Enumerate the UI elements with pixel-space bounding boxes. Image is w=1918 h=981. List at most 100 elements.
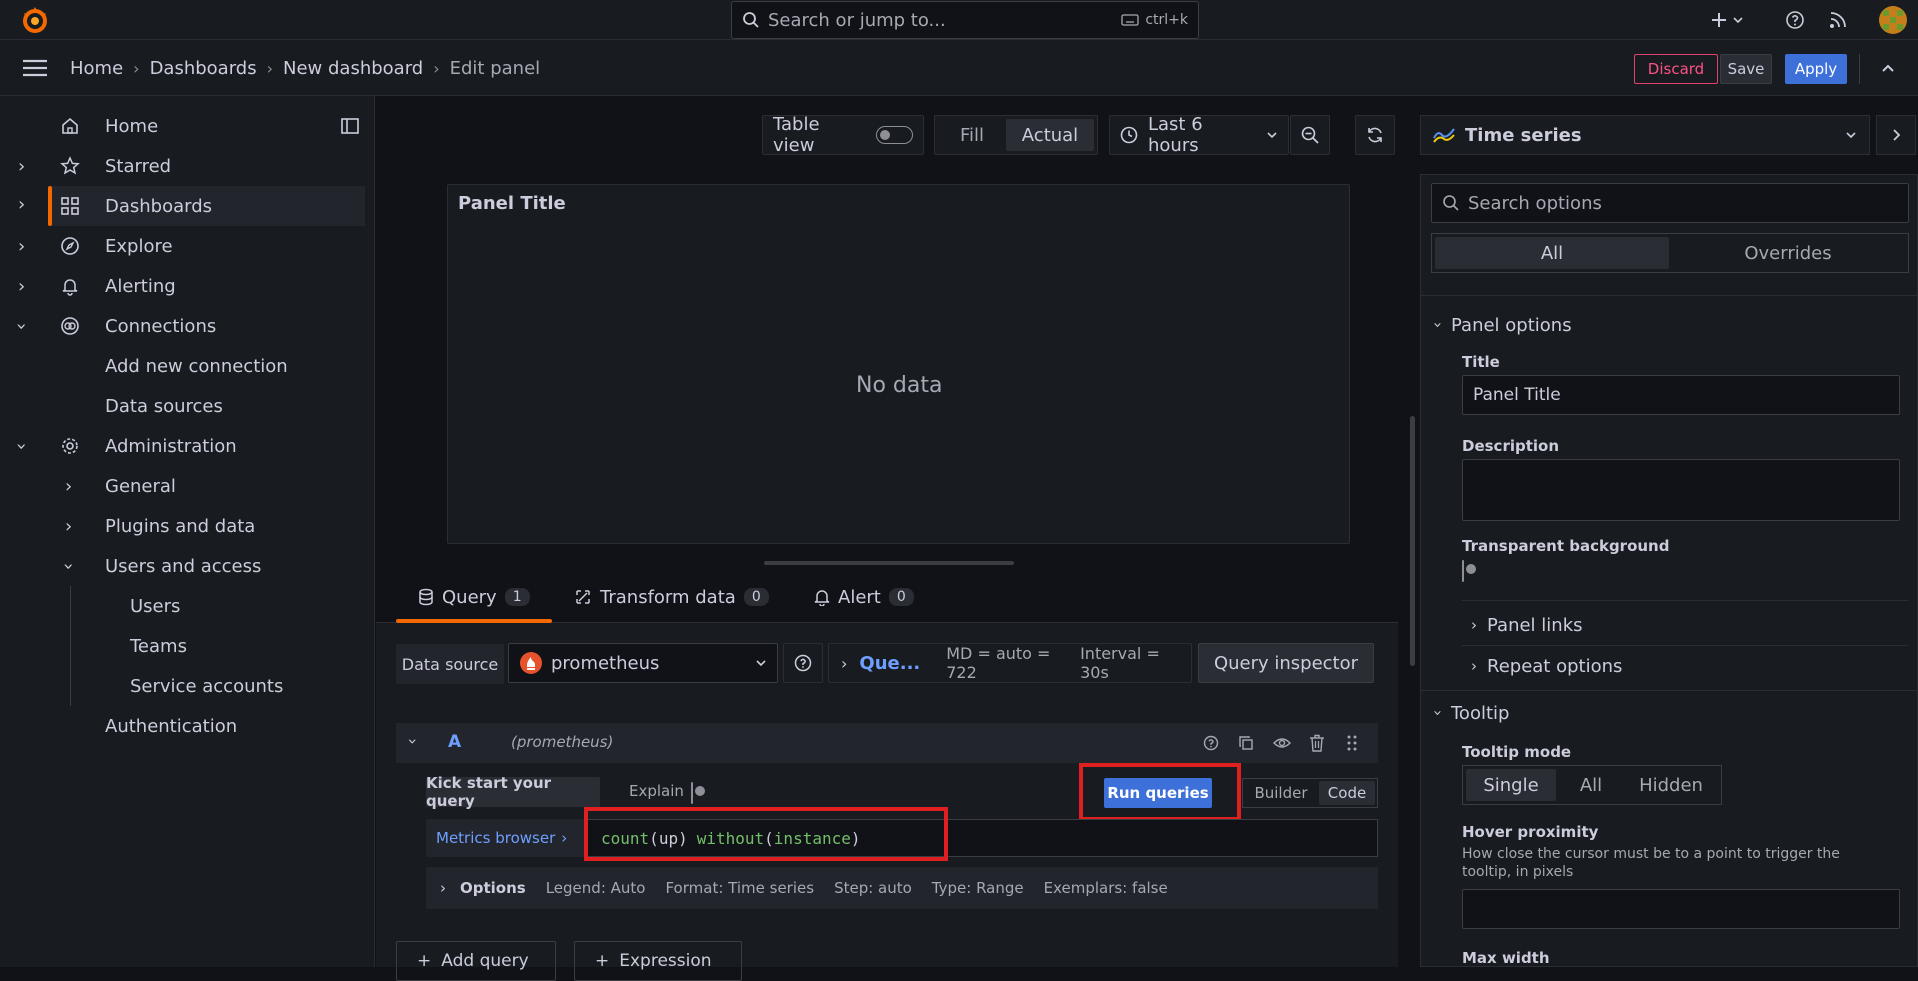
expression-button[interactable]: + Expression xyxy=(574,941,742,981)
discard-button[interactable]: Discard xyxy=(1634,54,1718,84)
data-source-picker[interactable]: prometheus xyxy=(508,643,778,683)
query-options-toggle[interactable]: › Que... MD = auto = 722 Interval = 30s xyxy=(828,643,1192,683)
sidebar-item-administration[interactable]: › Administration xyxy=(0,426,375,466)
connections-icon xyxy=(60,316,80,336)
sidebar-item-users-and-access[interactable]: › Users and access xyxy=(0,546,375,586)
sidebar-item-plugins-and-data[interactable]: › Plugins and data xyxy=(0,506,375,546)
chevron-down-icon[interactable]: › xyxy=(11,322,32,329)
save-button[interactable]: Save xyxy=(1720,54,1772,84)
table-view-switch[interactable] xyxy=(876,126,913,144)
breadcrumb-home[interactable]: Home xyxy=(70,58,123,79)
refresh-button[interactable] xyxy=(1355,115,1395,155)
bell-icon xyxy=(60,276,80,296)
query-inspector-button[interactable]: Query inspector xyxy=(1198,643,1374,683)
tab-transform-data[interactable]: Transform data 0 xyxy=(574,571,769,623)
chevron-down-icon[interactable]: › xyxy=(404,738,423,744)
news-feed-icon[interactable] xyxy=(1828,10,1848,30)
table-view-toggle[interactable]: Table view xyxy=(762,114,924,156)
actual-option[interactable]: Actual xyxy=(1006,119,1094,151)
transparent-background-toggle[interactable] xyxy=(1462,560,1464,582)
dock-menu-icon[interactable] xyxy=(340,116,360,136)
chevron-right-icon[interactable]: › xyxy=(65,516,72,537)
sidebar-item-users[interactable]: Users xyxy=(0,586,375,626)
drag-handle-icon[interactable] xyxy=(1346,734,1358,752)
collapse-options-button[interactable] xyxy=(1876,115,1916,155)
metrics-browser-button[interactable]: Metrics browser › xyxy=(426,819,586,857)
sidebar-item-dashboards[interactable]: Dashboards xyxy=(48,186,365,226)
fill-option[interactable]: Fill xyxy=(938,119,1006,151)
chevron-right-icon[interactable]: › xyxy=(65,476,72,497)
tooltip-mode-single[interactable]: Single xyxy=(1466,769,1556,801)
panel-editor: Table view Fill Actual Last 6 hours Pane… xyxy=(376,96,1415,981)
tooltip-header[interactable]: › Tooltip xyxy=(1429,693,1509,733)
panel-title[interactable]: Panel Title xyxy=(458,193,566,214)
breadcrumb-dashboards[interactable]: Dashboards xyxy=(150,58,257,79)
query-options-row[interactable]: › Options Legend: Auto Format: Time seri… xyxy=(426,867,1378,909)
sidebar-item-home[interactable]: Home xyxy=(0,106,375,146)
add-query-button[interactable]: + Add query xyxy=(396,941,556,981)
sidebar-item-add-new-connection[interactable]: Add new connection xyxy=(0,346,375,386)
chevron-down-icon[interactable]: › xyxy=(58,562,79,569)
panel-preview[interactable]: Panel Title No data xyxy=(447,184,1350,544)
search-options-input[interactable]: Search options xyxy=(1431,183,1909,223)
help-icon[interactable] xyxy=(1203,735,1219,751)
menu-icon[interactable] xyxy=(22,58,48,78)
repeat-options-header[interactable]: › Repeat options xyxy=(1471,646,1622,686)
tab-label: Query xyxy=(442,586,497,608)
highlight-query-expression xyxy=(584,807,948,861)
filter-all-option[interactable]: All xyxy=(1435,237,1669,269)
max-width-label: Max width xyxy=(1462,949,1550,967)
tab-query[interactable]: Query 1 xyxy=(396,571,552,623)
sidebar-item-alerting[interactable]: › Alerting xyxy=(0,266,375,306)
query-row-letter[interactable]: A xyxy=(448,732,461,752)
hover-proximity-input[interactable] xyxy=(1462,889,1900,929)
sidebar-item-label: Explore xyxy=(105,235,173,257)
sidebar-item-connections[interactable]: › Connections xyxy=(0,306,375,346)
resize-handle[interactable] xyxy=(764,561,1014,565)
sidebar-item-general[interactable]: › General xyxy=(0,466,375,506)
kick-start-query-button[interactable]: Kick start your query xyxy=(426,774,600,810)
tooltip-mode-hidden[interactable]: Hidden xyxy=(1626,769,1716,801)
builder-mode-option[interactable]: Builder xyxy=(1245,781,1317,805)
explain-toggle[interactable] xyxy=(691,782,693,804)
description-textarea[interactable] xyxy=(1462,459,1900,521)
breadcrumb-new-dashboard[interactable]: New dashboard xyxy=(283,58,423,79)
help-icon[interactable] xyxy=(1785,10,1805,30)
option-legend: Legend: Auto xyxy=(545,879,646,897)
panel-title-input[interactable]: Panel Title xyxy=(1462,375,1900,415)
chevron-right-icon[interactable]: › xyxy=(18,194,25,215)
scrollbar[interactable] xyxy=(1410,416,1415,666)
duplicate-query-icon[interactable] xyxy=(1238,735,1254,751)
code-mode-option[interactable]: Code xyxy=(1319,781,1375,805)
sidebar-item-authentication[interactable]: Authentication xyxy=(0,706,375,746)
chevron-right-icon[interactable]: › xyxy=(18,156,25,177)
panel-links-header[interactable]: › Panel links xyxy=(1471,605,1583,645)
query-row-header[interactable]: › A (prometheus) xyxy=(396,723,1378,763)
chevron-down-icon[interactable]: › xyxy=(11,442,32,449)
visualization-name: Time series xyxy=(1465,124,1582,146)
sidebar-item-explore[interactable]: › Explore xyxy=(0,226,375,266)
trash-icon[interactable] xyxy=(1309,734,1325,752)
panel-options-header[interactable]: › Panel options xyxy=(1429,305,1572,345)
add-new-icon[interactable] xyxy=(1710,10,1746,30)
chevron-up-icon[interactable] xyxy=(1880,60,1896,76)
sidebar-item-service-accounts[interactable]: Service accounts xyxy=(0,666,375,706)
chevron-right-icon[interactable]: › xyxy=(18,276,25,297)
apply-button[interactable]: Apply xyxy=(1785,54,1847,84)
sidebar-item-data-sources[interactable]: Data sources xyxy=(0,386,375,426)
grafana-logo-icon[interactable] xyxy=(20,5,50,35)
sidebar-item-teams[interactable]: Teams xyxy=(0,626,375,666)
alert-count-badge: 0 xyxy=(888,588,914,606)
search-bar[interactable]: Search or jump to... ctrl+k xyxy=(731,1,1199,39)
eye-icon[interactable] xyxy=(1273,735,1291,751)
zoom-out-button[interactable] xyxy=(1290,115,1330,155)
user-avatar[interactable] xyxy=(1879,6,1907,34)
filter-overrides-option[interactable]: Overrides xyxy=(1671,237,1905,269)
data-source-help-button[interactable] xyxy=(783,643,823,683)
visualization-picker[interactable]: Time series xyxy=(1420,115,1870,155)
chevron-right-icon[interactable]: › xyxy=(18,236,25,257)
sidebar-item-starred[interactable]: › Starred xyxy=(0,146,375,186)
tab-alert[interactable]: Alert 0 xyxy=(814,571,914,623)
time-range-picker[interactable]: Last 6 hours xyxy=(1109,114,1289,156)
tooltip-mode-all[interactable]: All xyxy=(1558,769,1624,801)
